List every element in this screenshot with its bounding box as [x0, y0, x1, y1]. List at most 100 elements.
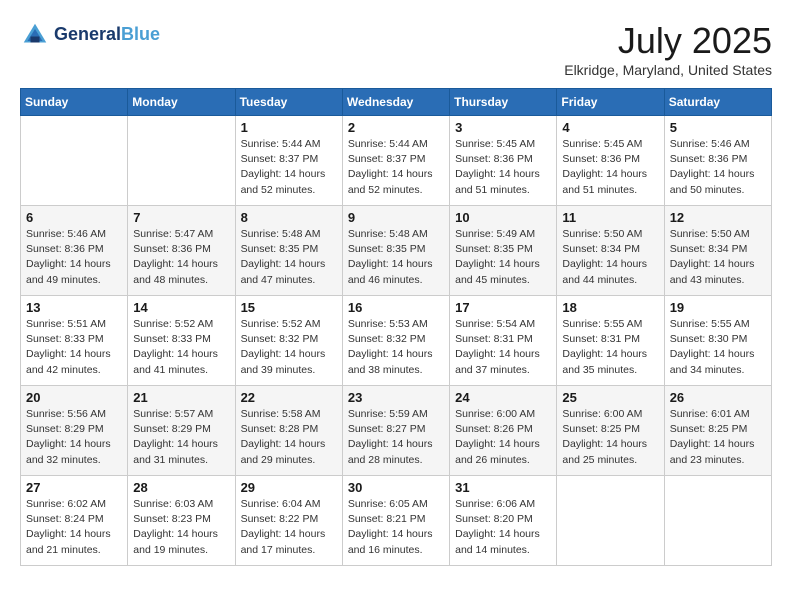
day-number: 25: [562, 390, 658, 405]
logo-icon: [20, 20, 50, 50]
calendar-day-header: Tuesday: [235, 89, 342, 116]
day-info: Sunrise: 6:00 AM Sunset: 8:26 PM Dayligh…: [455, 407, 551, 468]
day-info: Sunrise: 6:05 AM Sunset: 8:21 PM Dayligh…: [348, 497, 444, 558]
day-number: 27: [26, 480, 122, 495]
calendar-day-cell: 1 Sunrise: 5:44 AM Sunset: 8:37 PM Daylig…: [235, 116, 342, 206]
calendar-week-row: 27 Sunrise: 6:02 AM Sunset: 8:24 PM Dayli…: [21, 476, 772, 566]
calendar-week-row: 1 Sunrise: 5:44 AM Sunset: 8:37 PM Daylig…: [21, 116, 772, 206]
calendar-day-header: Friday: [557, 89, 664, 116]
day-number: 19: [670, 300, 766, 315]
day-number: 15: [241, 300, 337, 315]
calendar-day-cell: 20 Sunrise: 5:56 AM Sunset: 8:29 PM Dayli…: [21, 386, 128, 476]
day-info: Sunrise: 5:57 AM Sunset: 8:29 PM Dayligh…: [133, 407, 229, 468]
day-number: 17: [455, 300, 551, 315]
day-number: 8: [241, 210, 337, 225]
day-info: Sunrise: 5:47 AM Sunset: 8:36 PM Dayligh…: [133, 227, 229, 288]
calendar-day-cell: 15 Sunrise: 5:52 AM Sunset: 8:32 PM Dayli…: [235, 296, 342, 386]
month-year-title: July 2025: [564, 20, 772, 62]
calendar-week-row: 13Sunrise: 5:51 AM Sunset: 8:33 PM Dayli…: [21, 296, 772, 386]
location-subtitle: Elkridge, Maryland, United States: [564, 62, 772, 78]
day-info: Sunrise: 5:46 AM Sunset: 8:36 PM Dayligh…: [670, 137, 766, 198]
calendar-day-cell: 30Sunrise: 6:05 AM Sunset: 8:21 PM Dayli…: [342, 476, 449, 566]
calendar-day-header: Thursday: [450, 89, 557, 116]
day-info: Sunrise: 5:50 AM Sunset: 8:34 PM Dayligh…: [670, 227, 766, 288]
calendar-day-cell: 25 Sunrise: 6:00 AM Sunset: 8:25 PM Dayli…: [557, 386, 664, 476]
calendar-day-cell: 21 Sunrise: 5:57 AM Sunset: 8:29 PM Dayli…: [128, 386, 235, 476]
day-number: 7: [133, 210, 229, 225]
day-number: 20: [26, 390, 122, 405]
logo: GeneralBlue: [20, 20, 160, 50]
day-info: Sunrise: 5:51 AM Sunset: 8:33 PM Dayligh…: [26, 317, 122, 378]
day-info: Sunrise: 5:53 AM Sunset: 8:32 PM Dayligh…: [348, 317, 444, 378]
day-info: Sunrise: 5:55 AM Sunset: 8:31 PM Dayligh…: [562, 317, 658, 378]
day-number: 5: [670, 120, 766, 135]
day-number: 16: [348, 300, 444, 315]
day-info: Sunrise: 6:04 AM Sunset: 8:22 PM Dayligh…: [241, 497, 337, 558]
day-number: 24: [455, 390, 551, 405]
day-number: 4: [562, 120, 658, 135]
calendar-day-cell: 22 Sunrise: 5:58 AM Sunset: 8:28 PM Dayli…: [235, 386, 342, 476]
day-number: 12: [670, 210, 766, 225]
day-info: Sunrise: 6:03 AM Sunset: 8:23 PM Dayligh…: [133, 497, 229, 558]
calendar-day-cell: 16 Sunrise: 5:53 AM Sunset: 8:32 PM Dayli…: [342, 296, 449, 386]
calendar-day-cell: 29 Sunrise: 6:04 AM Sunset: 8:22 PM Dayli…: [235, 476, 342, 566]
calendar-week-row: 20 Sunrise: 5:56 AM Sunset: 8:29 PM Dayli…: [21, 386, 772, 476]
day-number: 22: [241, 390, 337, 405]
calendar-day-cell: 13Sunrise: 5:51 AM Sunset: 8:33 PM Dayli…: [21, 296, 128, 386]
calendar-day-cell: [557, 476, 664, 566]
day-info: Sunrise: 5:45 AM Sunset: 8:36 PM Dayligh…: [455, 137, 551, 198]
day-info: Sunrise: 6:01 AM Sunset: 8:25 PM Dayligh…: [670, 407, 766, 468]
day-number: 23: [348, 390, 444, 405]
calendar-day-cell: [128, 116, 235, 206]
day-info: Sunrise: 5:52 AM Sunset: 8:32 PM Dayligh…: [241, 317, 337, 378]
page-header: GeneralBlue July 2025 Elkridge, Maryland…: [20, 20, 772, 78]
calendar-day-cell: 27 Sunrise: 6:02 AM Sunset: 8:24 PM Dayli…: [21, 476, 128, 566]
day-number: 10: [455, 210, 551, 225]
calendar-day-cell: [664, 476, 771, 566]
day-info: Sunrise: 5:46 AM Sunset: 8:36 PM Dayligh…: [26, 227, 122, 288]
calendar-header-row: SundayMondayTuesdayWednesdayThursdayFrid…: [21, 89, 772, 116]
day-info: Sunrise: 5:56 AM Sunset: 8:29 PM Dayligh…: [26, 407, 122, 468]
day-info: Sunrise: 5:48 AM Sunset: 8:35 PM Dayligh…: [348, 227, 444, 288]
calendar-day-cell: 2Sunrise: 5:44 AM Sunset: 8:37 PM Daylig…: [342, 116, 449, 206]
day-number: 9: [348, 210, 444, 225]
day-info: Sunrise: 6:00 AM Sunset: 8:25 PM Dayligh…: [562, 407, 658, 468]
calendar-day-cell: 14 Sunrise: 5:52 AM Sunset: 8:33 PM Dayli…: [128, 296, 235, 386]
calendar-day-cell: 18Sunrise: 5:55 AM Sunset: 8:31 PM Dayli…: [557, 296, 664, 386]
calendar-day-cell: 19Sunrise: 5:55 AM Sunset: 8:30 PM Dayli…: [664, 296, 771, 386]
calendar-day-cell: 17Sunrise: 5:54 AM Sunset: 8:31 PM Dayli…: [450, 296, 557, 386]
day-number: 29: [241, 480, 337, 495]
calendar-week-row: 6 Sunrise: 5:46 AM Sunset: 8:36 PM Daylig…: [21, 206, 772, 296]
day-info: Sunrise: 6:06 AM Sunset: 8:20 PM Dayligh…: [455, 497, 551, 558]
day-number: 26: [670, 390, 766, 405]
calendar-day-cell: 11Sunrise: 5:50 AM Sunset: 8:34 PM Dayli…: [557, 206, 664, 296]
calendar-day-cell: 28Sunrise: 6:03 AM Sunset: 8:23 PM Dayli…: [128, 476, 235, 566]
logo-text: GeneralBlue: [54, 25, 160, 45]
calendar-day-cell: 24 Sunrise: 6:00 AM Sunset: 8:26 PM Dayli…: [450, 386, 557, 476]
calendar-day-cell: 7 Sunrise: 5:47 AM Sunset: 8:36 PM Daylig…: [128, 206, 235, 296]
calendar-day-cell: 3 Sunrise: 5:45 AM Sunset: 8:36 PM Daylig…: [450, 116, 557, 206]
calendar-day-cell: 23 Sunrise: 5:59 AM Sunset: 8:27 PM Dayli…: [342, 386, 449, 476]
day-number: 14: [133, 300, 229, 315]
day-info: Sunrise: 5:52 AM Sunset: 8:33 PM Dayligh…: [133, 317, 229, 378]
calendar-day-cell: 12 Sunrise: 5:50 AM Sunset: 8:34 PM Dayli…: [664, 206, 771, 296]
day-info: Sunrise: 5:58 AM Sunset: 8:28 PM Dayligh…: [241, 407, 337, 468]
day-info: Sunrise: 5:48 AM Sunset: 8:35 PM Dayligh…: [241, 227, 337, 288]
day-info: Sunrise: 6:02 AM Sunset: 8:24 PM Dayligh…: [26, 497, 122, 558]
calendar-day-header: Saturday: [664, 89, 771, 116]
day-number: 6: [26, 210, 122, 225]
calendar-day-cell: 9 Sunrise: 5:48 AM Sunset: 8:35 PM Daylig…: [342, 206, 449, 296]
calendar-day-cell: 8 Sunrise: 5:48 AM Sunset: 8:35 PM Daylig…: [235, 206, 342, 296]
day-info: Sunrise: 5:59 AM Sunset: 8:27 PM Dayligh…: [348, 407, 444, 468]
day-number: 21: [133, 390, 229, 405]
day-info: Sunrise: 5:44 AM Sunset: 8:37 PM Dayligh…: [241, 137, 337, 198]
calendar-day-header: Sunday: [21, 89, 128, 116]
calendar-day-cell: 26 Sunrise: 6:01 AM Sunset: 8:25 PM Dayli…: [664, 386, 771, 476]
calendar-day-cell: [21, 116, 128, 206]
day-number: 11: [562, 210, 658, 225]
day-number: 3: [455, 120, 551, 135]
calendar-day-header: Monday: [128, 89, 235, 116]
calendar-table: SundayMondayTuesdayWednesdayThursdayFrid…: [20, 88, 772, 566]
day-number: 1: [241, 120, 337, 135]
day-info: Sunrise: 5:49 AM Sunset: 8:35 PM Dayligh…: [455, 227, 551, 288]
